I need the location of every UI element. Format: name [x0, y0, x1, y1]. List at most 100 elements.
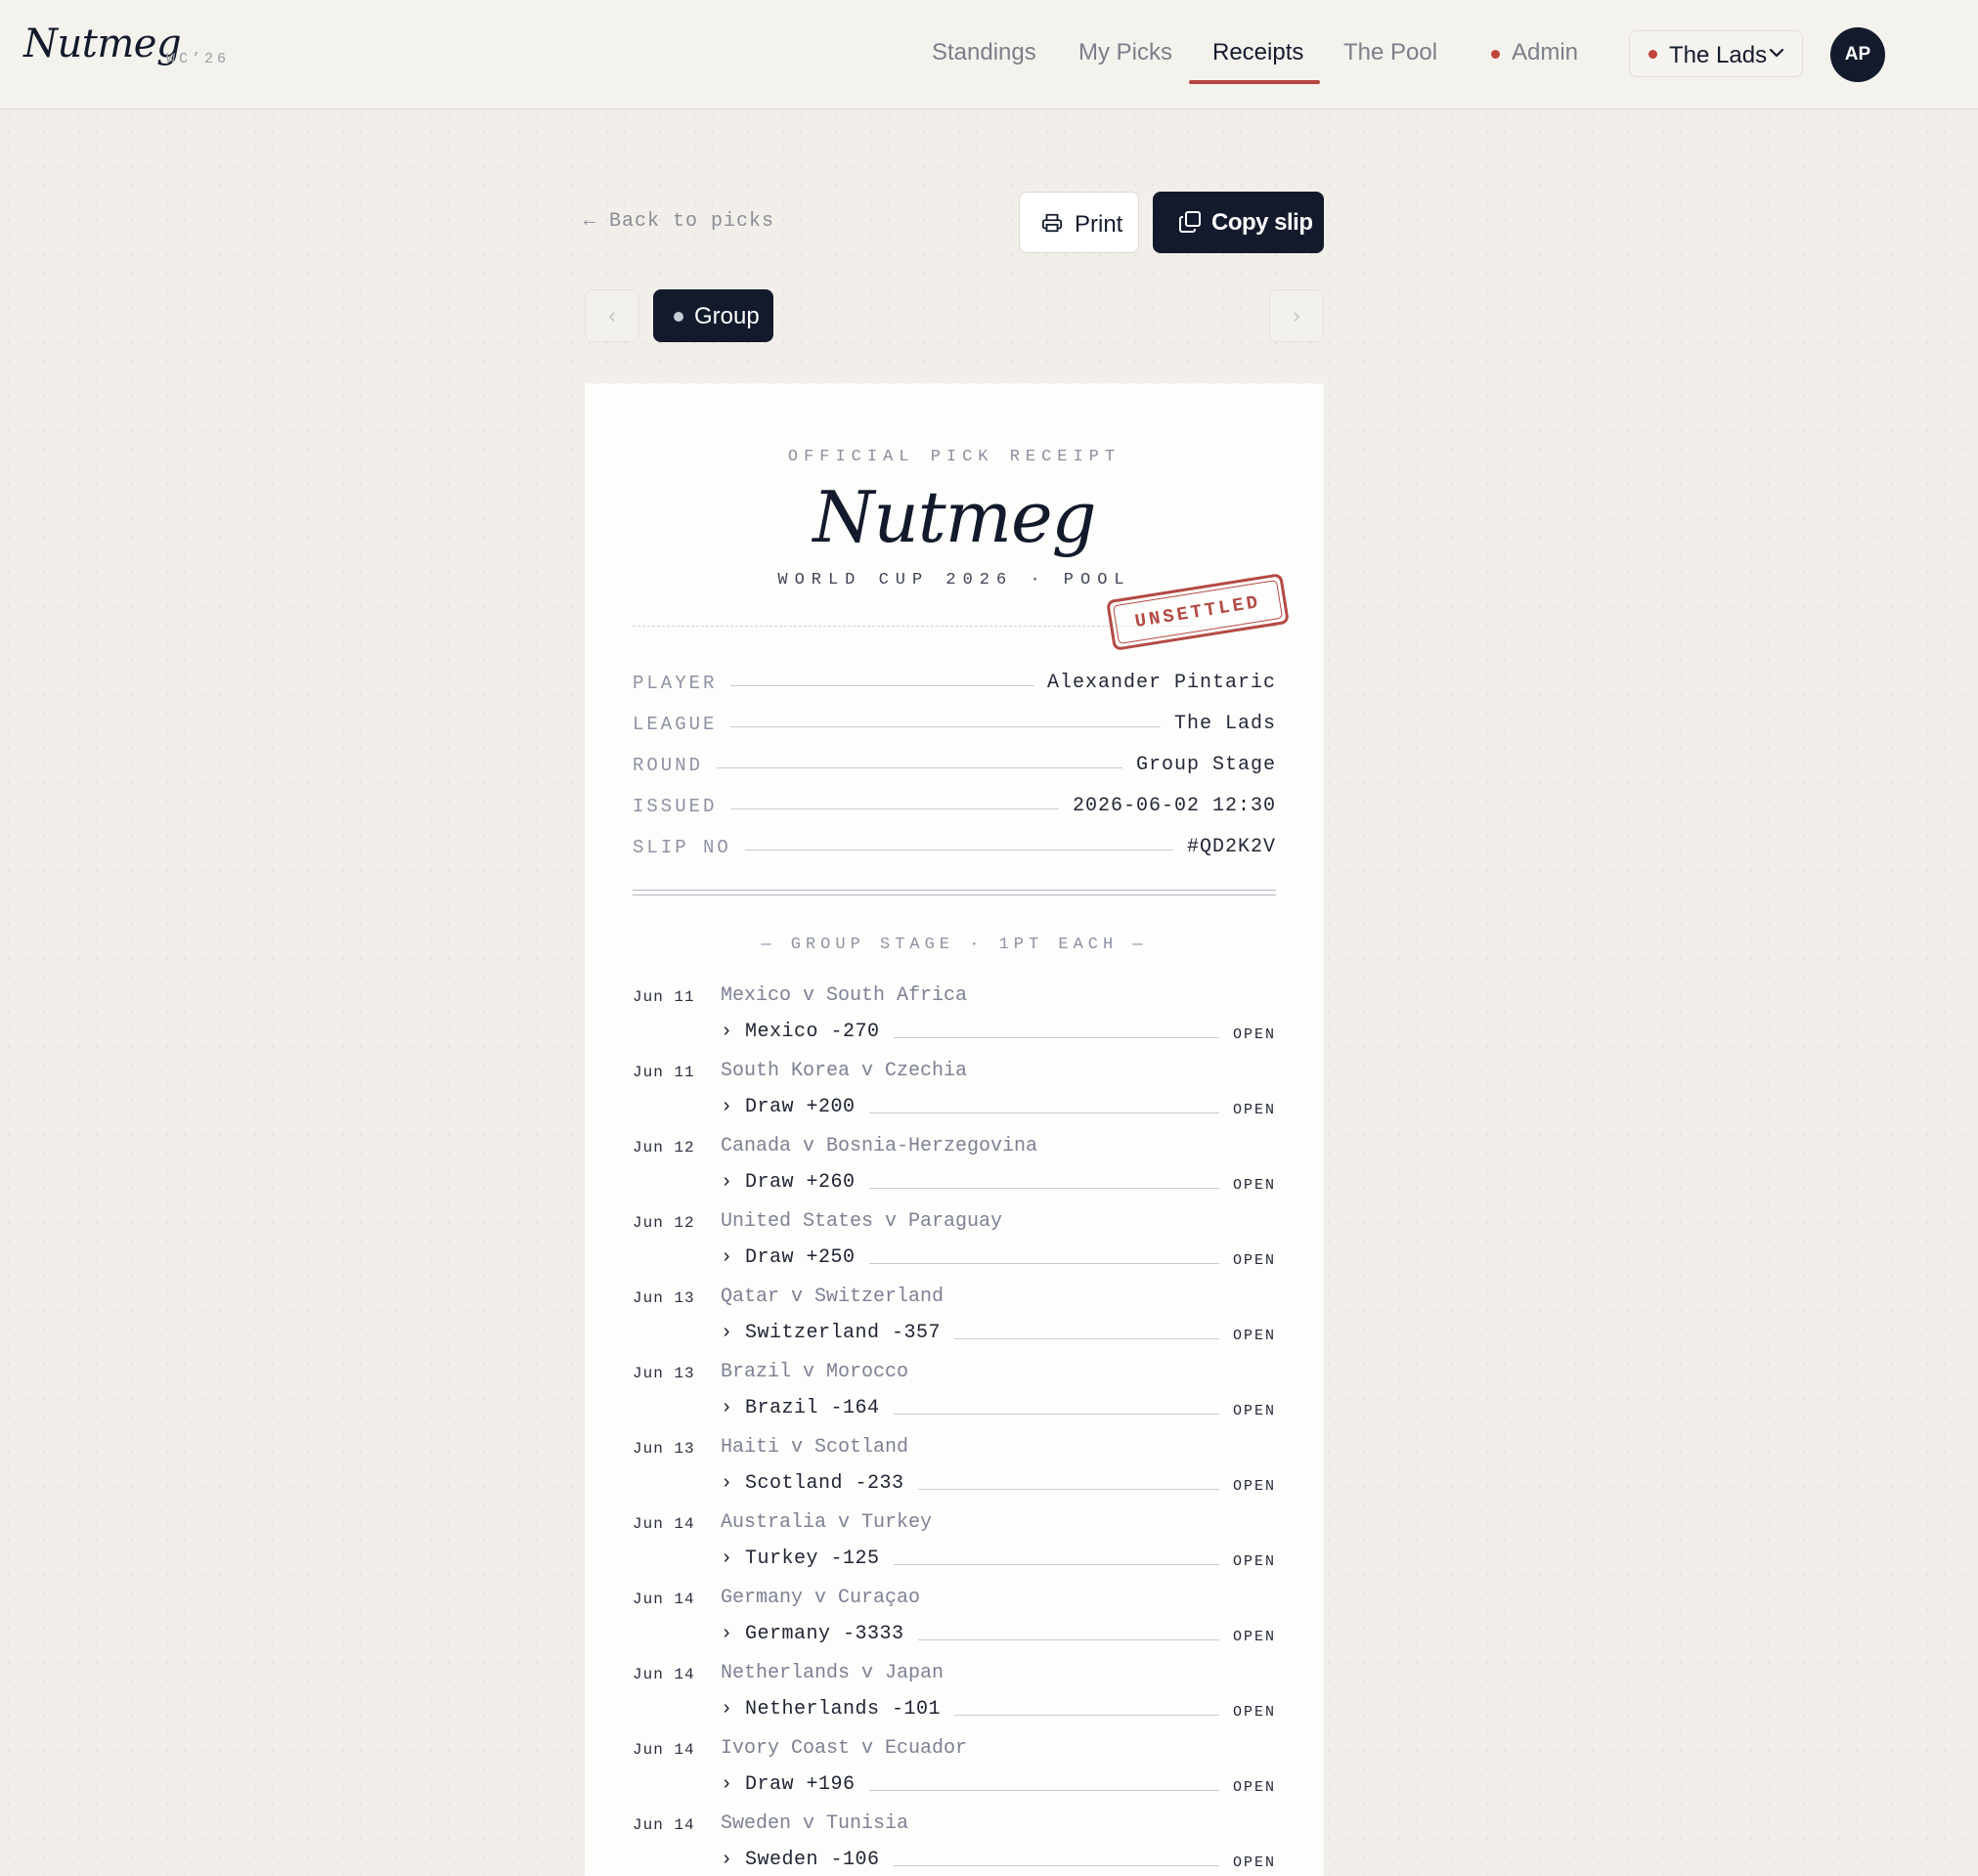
field-value: #QD2K2V [1186, 836, 1276, 858]
nav-standings[interactable]: Standings [932, 39, 1036, 66]
field-label: SLIP NO [633, 837, 731, 858]
leader-line [954, 1338, 1219, 1339]
pick-status: OPEN [1232, 1553, 1276, 1570]
pick-row: Jun 14 Sweden v Tunisia › Sweden -106 OPEN [633, 1809, 1276, 1876]
pick-status: OPEN [1232, 1854, 1276, 1871]
pick-row: Jun 13 Qatar v Switzerland › Switzerland -… [633, 1282, 1276, 1357]
pick-match: Brazil v Morocco [721, 1361, 909, 1383]
field-label: ROUND [633, 755, 704, 776]
pick-match: Germany v Curaçao [721, 1587, 921, 1609]
copy-slip-button[interactable]: Copy slip [1153, 192, 1324, 253]
pick-match: South Korea v Czechia [721, 1060, 968, 1082]
leader-line [893, 1414, 1219, 1415]
leader-line [868, 1263, 1219, 1264]
league-selector-label: The Lads [1669, 42, 1768, 68]
leader-line [717, 767, 1122, 768]
receipt-scalloped-edge [585, 377, 1324, 391]
field-label: PLAYER [633, 673, 718, 694]
pick-selection: › Turkey -125 [721, 1548, 880, 1570]
round-pill-group[interactable]: Group [653, 289, 773, 342]
pick-row: Jun 12 Canada v Bosnia-Herzegovina › Draw … [633, 1131, 1276, 1206]
pick-selection-line: › Sweden -106 OPEN [721, 1846, 1276, 1871]
field-value: The Lads [1173, 713, 1276, 735]
pick-row: Jun 14 Ivory Coast v Ecuador › Draw +196 OP… [633, 1733, 1276, 1809]
pick-selection-line: › Scotland -233 OPEN [721, 1469, 1276, 1495]
leader-line [744, 850, 1173, 851]
field-slip-no: SLIP NO #QD2K2V [633, 829, 1276, 858]
pick-selection: › Netherlands -101 [721, 1698, 942, 1721]
pick-date: Jun 14 [633, 1741, 695, 1759]
leader-line [917, 1639, 1219, 1640]
pick-row: Jun 14 Australia v Turkey › Turkey -125 OPE… [633, 1507, 1276, 1583]
pick-row: Jun 14 Germany v Curaçao › Germany -3333 OP… [633, 1583, 1276, 1658]
pick-date: Jun 12 [633, 1214, 695, 1232]
chevron-down-icon [1769, 48, 1784, 58]
pick-selection-line: › Switzerland -357 OPEN [721, 1319, 1276, 1344]
pick-selection-line: › Draw +196 OPEN [721, 1770, 1276, 1796]
field-round: ROUND Group Stage [633, 747, 1276, 776]
receipt-kicker: OFFICIAL PICK RECEIPT [787, 448, 1121, 466]
pick-status: OPEN [1232, 1478, 1276, 1495]
pick-selection: › Brazil -164 [721, 1397, 880, 1419]
field-label: ISSUED [633, 796, 718, 817]
pick-date: Jun 11 [633, 988, 695, 1006]
nav-my-picks[interactable]: My Picks [1078, 39, 1172, 66]
field-player: PLAYER Alexander Pintaric [633, 665, 1276, 694]
leader-line [917, 1489, 1219, 1490]
pick-selection: › Germany -3333 [721, 1623, 904, 1645]
round-dot [674, 312, 683, 322]
pick-status: OPEN [1232, 1026, 1276, 1043]
field-value: Alexander Pintaric [1046, 672, 1276, 694]
pick-row: Jun 13 Haiti v Scotland › Scotland -233 OPE… [633, 1432, 1276, 1507]
copy-icon [1179, 211, 1201, 233]
previous-round-button[interactable]: ‹ [585, 289, 639, 342]
pick-date: Jun 14 [633, 1591, 695, 1608]
pick-date: Jun 13 [633, 1440, 695, 1458]
pick-match: Sweden v Tunisia [721, 1812, 909, 1835]
pick-status: OPEN [1232, 1102, 1276, 1118]
printer-icon [1041, 213, 1063, 233]
league-selector[interactable]: The Lads [1629, 30, 1803, 77]
pick-selection-line: › Brazil -164 OPEN [721, 1394, 1276, 1419]
pick-match: Ivory Coast v Ecuador [721, 1737, 968, 1760]
leader-line [954, 1715, 1219, 1716]
pick-status: OPEN [1232, 1252, 1276, 1269]
pick-date: Jun 13 [633, 1365, 695, 1382]
round-pill-label: Group [694, 303, 760, 329]
pick-selection: › Mexico -270 [721, 1021, 880, 1043]
pick-date: Jun 14 [633, 1666, 695, 1683]
field-value: 2026-06-02 12:30 [1072, 795, 1276, 817]
leader-line [730, 685, 1033, 686]
pick-status: OPEN [1232, 1403, 1276, 1419]
pick-status: OPEN [1232, 1779, 1276, 1796]
pick-match: Mexico v South Africa [721, 984, 968, 1007]
nav-receipts[interactable]: Receipts [1212, 39, 1303, 66]
pick-selection: › Draw +200 [721, 1096, 856, 1118]
leader-line [893, 1564, 1219, 1565]
print-button[interactable]: Print [1019, 192, 1139, 253]
leader-line [730, 808, 1059, 809]
nav-admin[interactable]: Admin [1512, 39, 1578, 66]
brand-logo[interactable]: Nutmeg [23, 22, 182, 66]
copy-slip-label: Copy slip [1211, 209, 1313, 236]
back-to-picks-link[interactable]: ← Back to picks [584, 210, 774, 233]
pick-selection-line: › Netherlands -101 OPEN [721, 1695, 1276, 1721]
user-avatar[interactable]: AP [1830, 27, 1885, 82]
pick-status: OPEN [1232, 1629, 1276, 1645]
pick-selection-line: › Draw +260 OPEN [721, 1168, 1276, 1194]
pick-match: Qatar v Switzerland [721, 1286, 945, 1308]
receipt-title: Nutmeg [813, 476, 1096, 558]
pick-match: Australia v Turkey [721, 1511, 933, 1534]
pick-date: Jun 13 [633, 1289, 695, 1307]
pick-row: Jun 12 United States v Paraguay › Draw +25… [633, 1206, 1276, 1282]
nav-the-pool[interactable]: The Pool [1343, 39, 1437, 66]
pick-match: Canada v Bosnia-Herzegovina [721, 1135, 1038, 1157]
pick-selection-line: › Germany -3333 OPEN [721, 1620, 1276, 1645]
leader-line [893, 1037, 1219, 1038]
chevron-right-icon: › [1293, 303, 1300, 327]
pick-match: United States v Paraguay [721, 1210, 1003, 1233]
pick-selection: › Sweden -106 [721, 1849, 880, 1871]
leader-line [730, 726, 1161, 727]
next-round-button[interactable]: › [1269, 289, 1324, 342]
pick-status: OPEN [1232, 1328, 1276, 1344]
